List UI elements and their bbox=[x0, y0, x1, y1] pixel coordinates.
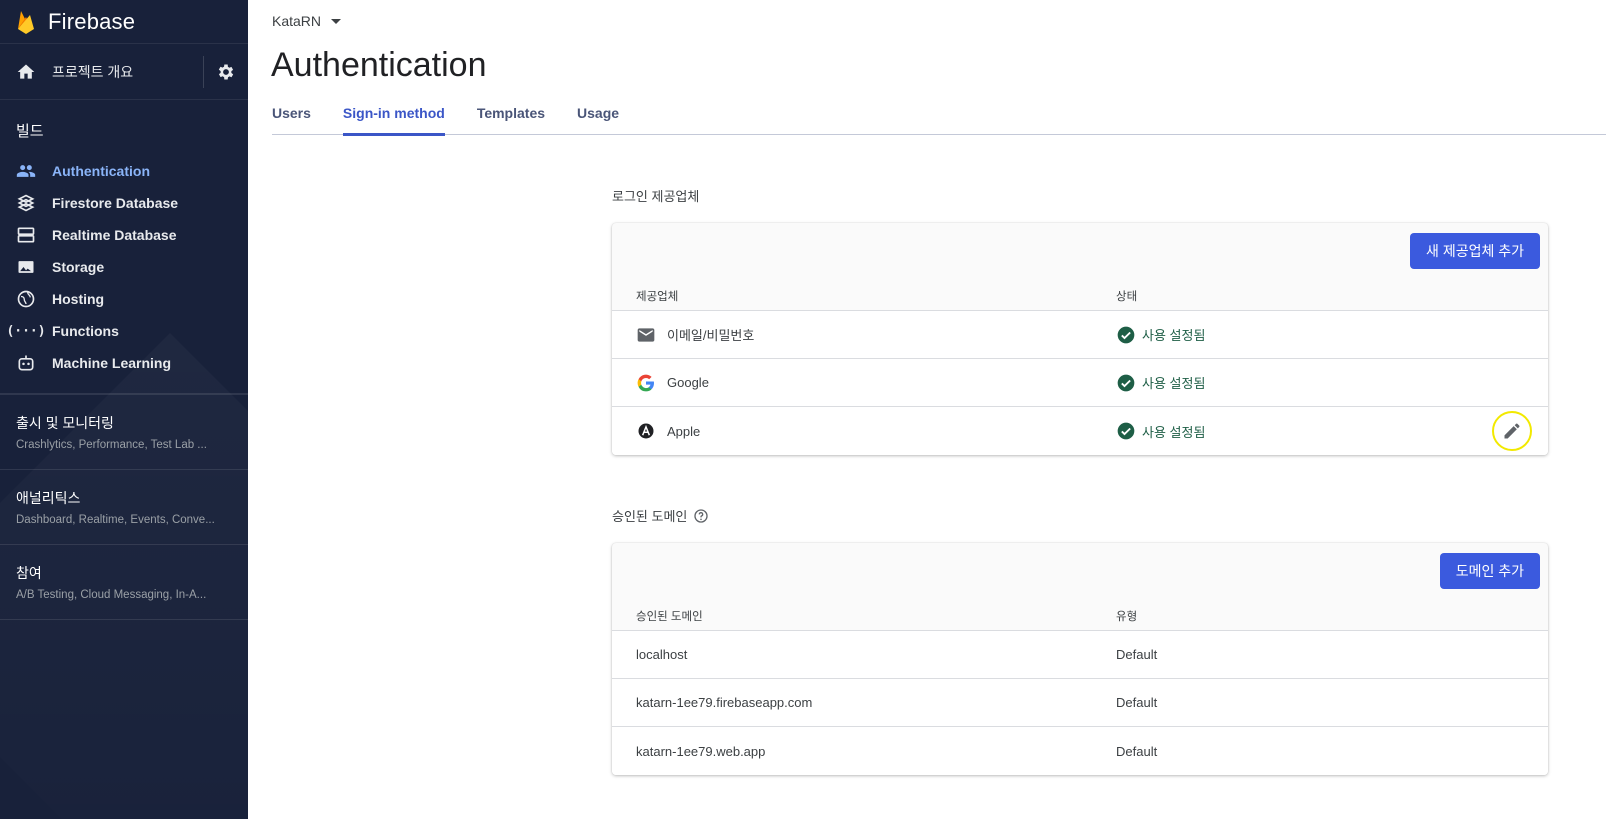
build-title: 빌드 bbox=[16, 123, 44, 140]
group-title: 애널리틱스 bbox=[16, 490, 81, 506]
sidebar-item-label: Machine Learning bbox=[52, 355, 172, 371]
people-icon bbox=[16, 161, 36, 181]
table-row[interactable]: localhost Default bbox=[612, 631, 1548, 679]
domain-name: localhost bbox=[636, 647, 688, 662]
settings-button[interactable] bbox=[204, 44, 248, 100]
providers-section-title: 로그인 제공업체 bbox=[612, 189, 700, 204]
sidebar-item-label: Hosting bbox=[52, 291, 105, 307]
group-title: 참여 bbox=[16, 565, 42, 581]
group-subtitle: Dashboard, Realtime, Events, Conve... bbox=[16, 514, 215, 526]
domains-card-toolbar: 도메인 추가 bbox=[612, 543, 1548, 601]
globe-icon bbox=[16, 289, 36, 309]
domain-name: katarn-1ee79.web.app bbox=[636, 743, 766, 759]
provider-name: 이메일/비밀번호 bbox=[667, 328, 755, 343]
table-row[interactable]: katarn-1ee79.firebaseapp.com Default bbox=[612, 679, 1548, 727]
domain-type: Default bbox=[1116, 695, 1158, 710]
google-icon bbox=[636, 373, 656, 393]
sidebar-group-release[interactable]: 출시 및 모니터링 Crashlytics, Performance, Test… bbox=[0, 394, 248, 469]
sidebar-item-firestore[interactable]: Firestore Database bbox=[0, 187, 248, 219]
status-text: 사용 설정됨 bbox=[1142, 328, 1206, 343]
sidebar-item-label: Realtime Database bbox=[52, 227, 177, 243]
caret-down-icon bbox=[331, 18, 342, 24]
project-name: KataRN bbox=[272, 13, 322, 29]
check-circle-icon bbox=[1117, 422, 1135, 440]
column-header-status: 상태 bbox=[1116, 290, 1138, 303]
brand[interactable]: Firebase bbox=[0, 0, 248, 44]
tab-usage[interactable]: Usage bbox=[577, 100, 619, 135]
sidebar-item-authentication[interactable]: Authentication bbox=[0, 155, 248, 187]
firebase-logo-icon bbox=[18, 10, 34, 34]
group-subtitle: A/B Testing, Cloud Messaging, In-A... bbox=[16, 589, 207, 601]
sidebar-item-functions[interactable]: (···) Functions bbox=[0, 315, 248, 347]
help-icon[interactable] bbox=[693, 508, 709, 524]
domain-type: Default bbox=[1116, 647, 1158, 662]
group-subtitle: Crashlytics, Performance, Test Lab ... bbox=[16, 439, 207, 451]
status-text: 사용 설정됨 bbox=[1142, 424, 1206, 440]
sidebar-item-label: Functions bbox=[52, 323, 119, 339]
column-header-type: 유형 bbox=[1116, 610, 1138, 623]
sidebar-item-hosting[interactable]: Hosting bbox=[0, 283, 248, 315]
apple-icon bbox=[636, 421, 656, 441]
providers-table-header: 제공업체 상태 bbox=[612, 281, 1548, 311]
edit-provider-button[interactable] bbox=[1492, 411, 1532, 451]
sidebar-group-engage[interactable]: 참여 A/B Testing, Cloud Messaging, In-A... bbox=[0, 544, 248, 620]
status-text: 사용 설정됨 bbox=[1142, 376, 1206, 391]
table-row[interactable]: Apple 사용 설정됨 bbox=[612, 407, 1548, 455]
project-selector[interactable]: KataRN bbox=[272, 13, 342, 29]
domains-title-text: 승인된 도메인 bbox=[612, 509, 688, 524]
mail-icon bbox=[636, 325, 656, 345]
sidebar-item-storage[interactable]: Storage bbox=[0, 251, 248, 283]
pencil-icon bbox=[1504, 423, 1520, 439]
gear-icon bbox=[218, 64, 234, 79]
table-row[interactable]: katarn-1ee79.web.app Default bbox=[612, 727, 1548, 775]
database-icon bbox=[16, 225, 36, 245]
check-circle-icon bbox=[1117, 374, 1135, 391]
provider-name: Apple bbox=[667, 423, 701, 439]
project-overview-link[interactable]: 프로젝트 개요 bbox=[52, 62, 203, 82]
tab-bar: Users Sign-in method Templates Usage bbox=[272, 100, 1606, 136]
provider-name: Google bbox=[667, 375, 709, 390]
column-header-domain: 승인된 도메인 bbox=[636, 610, 703, 623]
tab-users[interactable]: Users bbox=[272, 100, 311, 135]
domains-section-title: 승인된 도메인 bbox=[612, 506, 709, 525]
group-title: 출시 및 모니터링 bbox=[16, 415, 114, 431]
sidebar-group-analytics[interactable]: 애널리틱스 Dashboard, Realtime, Events, Conve… bbox=[0, 469, 248, 544]
project-overview: 프로젝트 개요 bbox=[0, 44, 248, 100]
page-title: Authentication bbox=[271, 46, 487, 84]
providers-card: 새 제공업체 추가 제공업체 상태 이메일/비밀번호 사용 설정됨 Google… bbox=[612, 223, 1548, 455]
check-circle-icon bbox=[1117, 326, 1135, 343]
robot-icon bbox=[16, 353, 36, 373]
sidebar: Firebase 프로젝트 개요 빌드 Authentication Fires… bbox=[0, 0, 248, 819]
tab-templates[interactable]: Templates bbox=[477, 100, 545, 135]
table-row[interactable]: 이메일/비밀번호 사용 설정됨 bbox=[612, 311, 1548, 359]
domains-table-header: 승인된 도메인 유형 bbox=[612, 601, 1548, 631]
home-icon[interactable] bbox=[16, 62, 36, 82]
table-row[interactable]: Google 사용 설정됨 bbox=[612, 359, 1548, 407]
sidebar-item-label: Authentication bbox=[52, 163, 150, 179]
main-content: KataRN Authentication Users Sign-in meth… bbox=[248, 0, 1606, 819]
add-provider-button[interactable]: 새 제공업체 추가 bbox=[1410, 233, 1540, 269]
domains-card: 도메인 추가 승인된 도메인 유형 localhost Default kata… bbox=[612, 543, 1548, 775]
image-icon bbox=[16, 257, 36, 277]
tab-sign-in-method[interactable]: Sign-in method bbox=[342, 100, 445, 136]
firestore-icon bbox=[16, 193, 36, 213]
functions-icon: (···) bbox=[6, 323, 46, 339]
domain-type: Default bbox=[1116, 743, 1158, 759]
sidebar-item-realtime-database[interactable]: Realtime Database bbox=[0, 219, 248, 251]
build-section: 빌드 Authentication Firestore Database Rea… bbox=[0, 100, 248, 394]
sidebar-item-machine-learning[interactable]: Machine Learning bbox=[0, 347, 248, 379]
add-domain-button[interactable]: 도메인 추가 bbox=[1439, 553, 1540, 589]
column-header-provider: 제공업체 bbox=[636, 290, 679, 303]
providers-card-toolbar: 새 제공업체 추가 bbox=[612, 223, 1548, 281]
brand-name: Firebase bbox=[48, 8, 136, 34]
domain-name: katarn-1ee79.firebaseapp.com bbox=[636, 695, 813, 710]
sidebar-item-label: Firestore Database bbox=[52, 195, 179, 211]
sidebar-item-label: Storage bbox=[52, 259, 105, 275]
